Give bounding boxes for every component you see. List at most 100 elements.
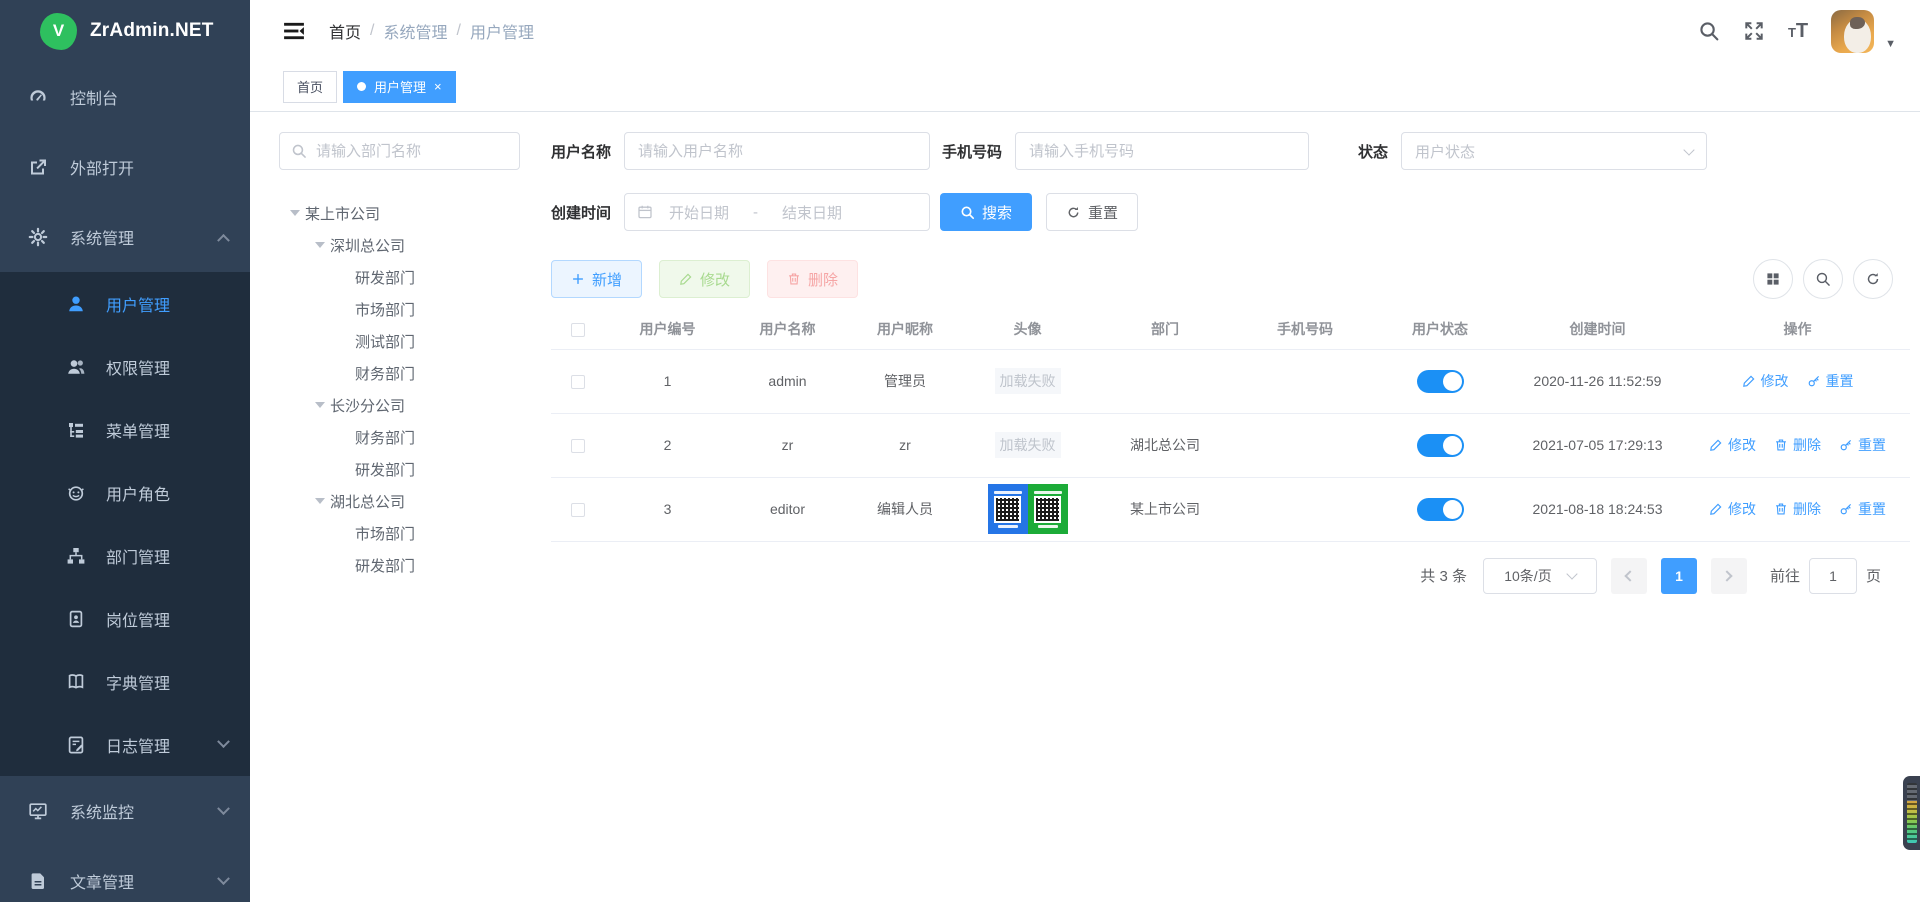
refresh-table-button[interactable] — [1853, 259, 1893, 299]
tree-node-财务部门[interactable]: 财务部门 — [279, 357, 520, 389]
delete-user-button[interactable]: 删除 — [767, 260, 858, 298]
user-avatar[interactable] — [1831, 10, 1874, 53]
phone-input[interactable] — [1015, 132, 1309, 170]
breadcrumb: 首页 / 系统管理 / 用户管理 — [329, 19, 534, 43]
status-toggle[interactable] — [1417, 498, 1464, 521]
action-label: 重置 — [1858, 499, 1886, 519]
add-user-button[interactable]: 新增 — [551, 260, 642, 298]
tree-node-市场部门[interactable]: 市场部门 — [279, 517, 520, 549]
search-button[interactable]: 搜索 — [940, 193, 1032, 231]
page-size-select[interactable]: 10条/页 — [1483, 558, 1597, 594]
cell-status — [1370, 349, 1510, 413]
row-select-cell — [551, 413, 605, 477]
tree-node-研发部门[interactable]: 研发部门 — [279, 549, 520, 581]
tree-node-测试部门[interactable]: 测试部门 — [279, 325, 520, 357]
created-label: 创建时间 — [551, 202, 611, 223]
department-search-input[interactable] — [316, 143, 508, 160]
row-action-edit[interactable]: 修改 — [1709, 435, 1756, 455]
sidebar-item-系统管理[interactable]: 系统管理 — [0, 202, 250, 272]
sidebar-item-权限管理[interactable]: 权限管理 — [0, 335, 250, 398]
toggle-knob — [1443, 372, 1462, 391]
key-icon — [1839, 438, 1853, 452]
sidebar-item-日志管理[interactable]: 日志管理 — [0, 713, 250, 776]
edit-pencil-icon — [1709, 438, 1723, 452]
tree-expand-icon[interactable] — [310, 402, 330, 408]
goto-page-input[interactable] — [1809, 558, 1857, 594]
page-number-1[interactable]: 1 — [1661, 558, 1697, 594]
sidebar-item-部门管理[interactable]: 部门管理 — [0, 524, 250, 587]
dashboard-icon — [28, 87, 48, 107]
sidebar-item-用户角色[interactable]: 用户角色 — [0, 461, 250, 524]
scroll-indicator-widget[interactable] — [1903, 776, 1920, 850]
row-action-delete[interactable]: 删除 — [1774, 435, 1821, 455]
reset-button[interactable]: 重置 — [1046, 193, 1138, 231]
breadcrumb-system: 系统管理 — [383, 19, 447, 43]
row-action-edit[interactable]: 修改 — [1709, 499, 1756, 519]
sidebar-item-字典管理[interactable]: 字典管理 — [0, 650, 250, 713]
dictionary-icon — [66, 672, 86, 692]
tree-node-研发部门[interactable]: 研发部门 — [279, 453, 520, 485]
tree-node-财务部门[interactable]: 财务部门 — [279, 421, 520, 453]
breadcrumb-home[interactable]: 首页 — [329, 19, 361, 43]
close-tab-icon[interactable]: × — [434, 80, 442, 93]
tree-node-研发部门[interactable]: 研发部门 — [279, 261, 520, 293]
tree-node-深圳总公司[interactable]: 深圳总公司 — [279, 229, 520, 261]
tree-node-湖北总公司[interactable]: 湖北总公司 — [279, 485, 520, 517]
status-toggle[interactable] — [1417, 370, 1464, 393]
cell-phone — [1240, 413, 1370, 477]
row-action-edit[interactable]: 修改 — [1742, 371, 1789, 391]
tab-首页[interactable]: 首页 — [283, 71, 337, 103]
article-icon — [28, 871, 48, 891]
row-checkbox[interactable] — [571, 439, 585, 453]
row-action-reset[interactable]: 重置 — [1807, 371, 1854, 391]
chevron-down-icon — [1683, 144, 1694, 155]
row-checkbox[interactable] — [571, 503, 585, 517]
phone-label: 手机号码 — [942, 141, 1002, 162]
cell-avatar: 加载失败 — [965, 349, 1090, 413]
font-size-icon[interactable]: TT — [1788, 21, 1808, 41]
tree-node-市场部门[interactable]: 市场部门 — [279, 293, 520, 325]
row-action-reset[interactable]: 重置 — [1839, 499, 1886, 519]
tree-node-某上市公司[interactable]: 某上市公司 — [279, 197, 520, 229]
tab-用户管理[interactable]: 用户管理× — [343, 71, 456, 103]
sidebar-item-用户管理[interactable]: 用户管理 — [0, 272, 250, 335]
row-action-delete[interactable]: 删除 — [1774, 499, 1821, 519]
user-menu-caret-icon[interactable]: ▼ — [1885, 38, 1896, 50]
department-search — [279, 132, 520, 170]
cell-nickname: 编辑人员 — [845, 477, 965, 541]
logo[interactable]: V ZrAdmin.NET — [0, 0, 250, 62]
sidebar-item-label: 日志管理 — [106, 733, 199, 757]
sidebar-item-文章管理[interactable]: 文章管理 — [0, 846, 250, 902]
date-range-picker[interactable]: 开始日期 - 结束日期 — [624, 193, 930, 231]
tree-expand-icon[interactable] — [310, 498, 330, 504]
sidebar-item-label: 字典管理 — [106, 670, 228, 694]
show-search-button[interactable] — [1803, 259, 1843, 299]
columns-toggle-button[interactable] — [1753, 259, 1793, 299]
goto-label: 前往 — [1770, 565, 1800, 586]
tree-node-长沙分公司[interactable]: 长沙分公司 — [279, 389, 520, 421]
alipay-qr-image — [988, 484, 1028, 534]
row-checkbox[interactable] — [571, 375, 585, 389]
status-select[interactable]: 用户状态 — [1401, 132, 1707, 170]
sidebar-item-外部打开[interactable]: 外部打开 — [0, 132, 250, 202]
sidebar-item-控制台[interactable]: 控制台 — [0, 62, 250, 132]
edit-user-button[interactable]: 修改 — [659, 260, 750, 298]
row-action-reset[interactable]: 重置 — [1839, 435, 1886, 455]
cell-actions: 修改删除重置 — [1685, 413, 1910, 477]
prev-page-button[interactable] — [1611, 558, 1647, 594]
tree-expand-icon[interactable] — [310, 242, 330, 248]
status-toggle[interactable] — [1417, 434, 1464, 457]
tabs-bar: 首页用户管理× — [250, 62, 1920, 112]
fullscreen-icon[interactable] — [1743, 20, 1765, 42]
username-input[interactable] — [624, 132, 930, 170]
sidebar-item-菜单管理[interactable]: 菜单管理 — [0, 398, 250, 461]
sidebar-item-系统监控[interactable]: 系统监控 — [0, 776, 250, 846]
user-management-panel: 用户名称 手机号码 状态 用户状态 创建时间 — [551, 132, 1895, 902]
collapse-sidebar-icon[interactable] — [283, 20, 305, 42]
select-all-checkbox[interactable] — [571, 323, 585, 337]
next-page-button[interactable] — [1711, 558, 1747, 594]
tree-expand-icon[interactable] — [285, 210, 305, 216]
search-icon[interactable] — [1698, 20, 1720, 42]
cell-created: 2020-11-26 11:52:59 — [1510, 349, 1685, 413]
sidebar-item-岗位管理[interactable]: 岗位管理 — [0, 587, 250, 650]
